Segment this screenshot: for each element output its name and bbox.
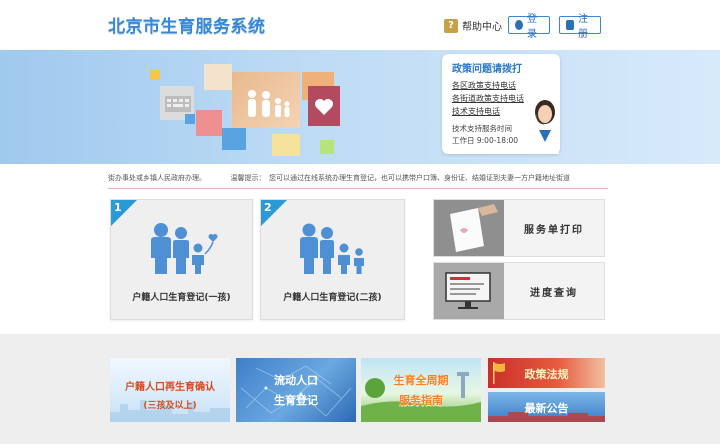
monitor-image — [434, 263, 504, 319]
lifecycle-tile-subtitle: 服务指南 — [399, 394, 443, 407]
service-form-print-tile[interactable]: 服务单打印 — [433, 199, 605, 257]
progress-query-tile[interactable]: 进度查询 — [433, 262, 605, 320]
policy-tile-title: 政策法规 — [524, 368, 569, 381]
park-graphic — [361, 372, 481, 422]
document-icon — [434, 200, 504, 256]
tile-label: 户籍人口生育登记(一孩) — [132, 293, 231, 303]
heart-icon — [315, 99, 333, 115]
decor-square — [272, 134, 300, 156]
district-policy-phone-link[interactable]: 各区政策支持电话 — [452, 79, 550, 92]
notice-marquee: 街办事处或乡镇人民政府办理。 温馨提示： 您可以通过在线系统办理生育登记，也可以… — [108, 174, 570, 182]
family-icon — [248, 90, 290, 117]
header: 北京市生育服务系统 ? 帮助中心 登录 注册 — [0, 0, 720, 50]
site-logo[interactable]: 北京市生育服务系统 — [108, 12, 266, 37]
service-form-print-label: 服务单打印 — [524, 224, 584, 236]
register-button[interactable]: 注册 — [559, 14, 601, 40]
support-agent-image — [531, 100, 559, 154]
network-graphic — [240, 365, 352, 417]
decor-square — [222, 128, 246, 150]
policy-card-title: 政策问题请拨打 — [452, 64, 522, 75]
news-tile-title: 最新公告 — [524, 402, 569, 415]
register-label: 注册 — [578, 14, 588, 40]
family-icon — [300, 223, 364, 274]
tile-number: 1 — [114, 201, 122, 214]
floating-tile-subtitle: 生育登记 — [274, 394, 318, 407]
progress-query-label: 进度查询 — [530, 287, 578, 299]
tile-number: 2 — [264, 201, 272, 214]
phone-icon — [566, 20, 574, 30]
decor-square — [196, 110, 222, 136]
user-icon — [515, 20, 523, 30]
monitor-icon — [434, 263, 504, 319]
lifecycle-service-guide-tile[interactable]: 生育全周期 服务指南 — [361, 358, 481, 422]
remarriage-tile-subtitle: (三孩及以上) — [143, 401, 197, 411]
first-child-registration-tile[interactable]: 1 户籍人口生育登记(一孩) — [110, 199, 253, 320]
decor-square — [320, 140, 334, 154]
decor-square — [150, 70, 160, 80]
remarriage-confirmation-tile[interactable]: 户籍人口再生育确认 (三孩及以上) — [110, 358, 230, 422]
bottom-section — [0, 334, 720, 444]
remarriage-tile-title: 户籍人口再生育确认 — [125, 382, 215, 393]
login-button[interactable]: 登录 — [508, 14, 550, 40]
lifecycle-tile-title: 生育全周期 — [393, 374, 449, 387]
family-icon — [151, 223, 218, 274]
help-center-link[interactable]: ? 帮助中心 — [444, 18, 502, 33]
document-image — [434, 200, 504, 256]
tile-label: 户籍人口生育登记(二孩) — [283, 293, 382, 303]
floating-population-registration-tile[interactable]: 流动人口 生育登记 — [236, 358, 356, 422]
keyboard-icon — [165, 96, 191, 112]
hero-banner: 政策问题请拨打 各区政策支持电话 各街道政策支持电话 技术支持电话 技术支持服务… — [0, 50, 720, 164]
policy-regulations-tile[interactable]: 政策法规 — [488, 358, 605, 388]
login-label: 登录 — [527, 14, 537, 40]
floating-tile-title: 流动人口 — [274, 374, 318, 387]
latest-announcements-tile[interactable]: 最新公告 — [488, 392, 605, 422]
help-icon: ? — [444, 18, 458, 33]
notice-divider — [108, 188, 608, 189]
second-child-registration-tile[interactable]: 2 户籍人口生育登记(二孩) — [260, 199, 405, 320]
decor-square — [204, 64, 232, 90]
help-center-label: 帮助中心 — [462, 22, 502, 33]
